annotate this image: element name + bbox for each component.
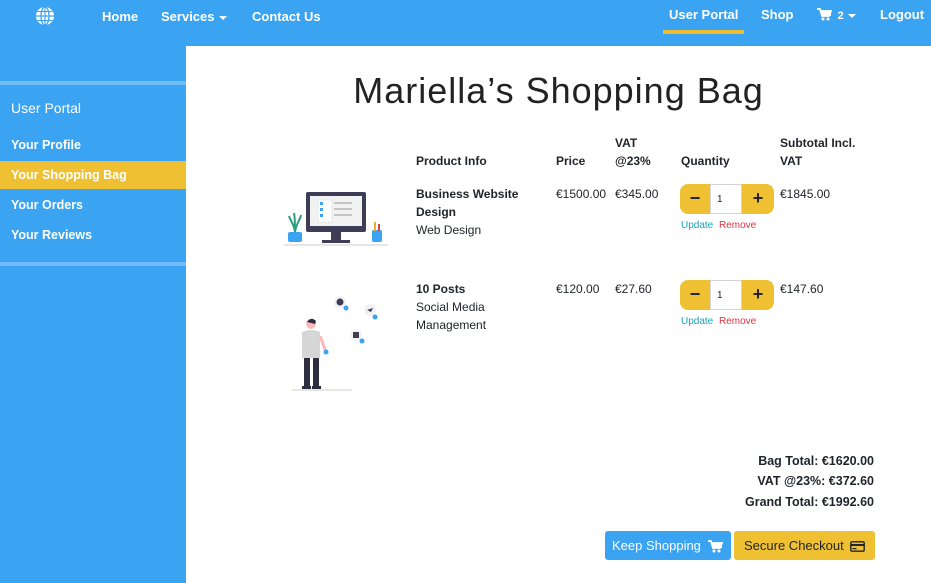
sidebar-item-profile[interactable]: Your Profile	[0, 131, 186, 159]
quantity-stepper: − +	[680, 280, 774, 310]
nav-user-portal[interactable]: User Portal	[669, 7, 738, 22]
remove-link[interactable]: Remove	[719, 316, 756, 327]
plus-button[interactable]: +	[742, 280, 774, 310]
header-price: Price	[556, 154, 586, 168]
social-media-illustration	[292, 296, 378, 391]
globe-icon[interactable]	[35, 6, 55, 26]
active-nav-indicator	[663, 30, 744, 34]
credit-card-icon	[850, 541, 866, 552]
page-title: Mariella’s Shopping Bag	[353, 70, 764, 111]
nav-services-dropdown[interactable]: Services	[161, 9, 227, 24]
keep-shopping-label: Keep Shopping	[612, 538, 701, 553]
sidebar-divider	[0, 262, 186, 266]
nav-shop[interactable]: Shop	[761, 7, 794, 22]
chevron-down-icon	[218, 15, 227, 20]
product-price: €1500.00	[556, 187, 607, 201]
product-category: Web Design	[416, 223, 482, 237]
minus-button[interactable]: −	[680, 280, 710, 310]
nav-logout[interactable]: Logout	[880, 7, 924, 22]
header-quantity: Quantity	[681, 154, 730, 168]
header-subtotal-line1: Subtotal Incl.	[780, 136, 856, 150]
cart-icon	[817, 8, 833, 21]
product-name: 10 Posts	[416, 282, 466, 296]
nav-cart-dropdown[interactable]: 2	[817, 7, 856, 22]
top-navbar: Home Services Contact Us User Portal Sho…	[0, 0, 931, 46]
secure-checkout-button[interactable]: Secure Checkout	[734, 531, 875, 560]
nav-home[interactable]: Home	[102, 9, 138, 24]
keep-shopping-button[interactable]: Keep Shopping	[605, 531, 731, 560]
product-vat: €345.00	[615, 187, 659, 201]
sidebar-title: User Portal	[11, 100, 82, 116]
product-name-line1: Business Website	[416, 187, 519, 201]
vat-total: VAT @23%: €372.60	[757, 474, 874, 488]
product-vat: €27.60	[615, 282, 652, 296]
sidebar: User Portal Your Profile Your Shopping B…	[0, 46, 186, 583]
product-name: Business Website Design	[416, 185, 518, 221]
product-subtotal: €1845.00	[780, 187, 831, 201]
chevron-down-icon	[847, 13, 856, 18]
header-product-info: Product Info	[416, 154, 487, 168]
product-name-line2: Design	[416, 205, 457, 219]
product-category-line1: Social Media	[416, 300, 485, 314]
header-subtotal: Subtotal Incl. VAT	[780, 134, 855, 170]
header-vat-line2: @23%	[615, 154, 651, 168]
update-link[interactable]: Update	[681, 316, 713, 327]
plus-button[interactable]: +	[742, 184, 774, 214]
secure-checkout-label: Secure Checkout	[744, 538, 844, 553]
cart-count: 2	[837, 10, 844, 22]
header-subtotal-line2: VAT	[780, 154, 803, 168]
nav-contact[interactable]: Contact Us	[252, 9, 321, 24]
nav-services-label: Services	[161, 9, 215, 24]
product-price: €120.00	[556, 282, 600, 296]
minus-button[interactable]: −	[680, 184, 710, 214]
header-vat-line1: VAT	[615, 136, 638, 150]
update-link[interactable]: Update	[681, 220, 713, 231]
header-vat: VAT @23%	[615, 134, 651, 170]
grand-total: Grand Total: €1992.60	[745, 495, 874, 509]
remove-link[interactable]: Remove	[719, 220, 756, 231]
quantity-stepper: − +	[680, 184, 774, 214]
product-category-line2: Management	[416, 318, 487, 332]
product-subtotal: €147.60	[780, 282, 824, 296]
sidebar-item-reviews[interactable]: Your Reviews	[0, 221, 186, 249]
quantity-input[interactable]	[710, 184, 742, 214]
bag-total: Bag Total: €1620.00	[758, 454, 874, 468]
sidebar-item-shopping-bag[interactable]: Your Shopping Bag	[0, 161, 186, 189]
sidebar-item-orders[interactable]: Your Orders	[0, 191, 186, 219]
product-category: Social Media Management	[416, 298, 486, 334]
sidebar-divider	[0, 81, 186, 85]
quantity-input[interactable]	[710, 280, 742, 310]
cart-icon	[707, 540, 723, 553]
desktop-illustration	[284, 192, 388, 246]
